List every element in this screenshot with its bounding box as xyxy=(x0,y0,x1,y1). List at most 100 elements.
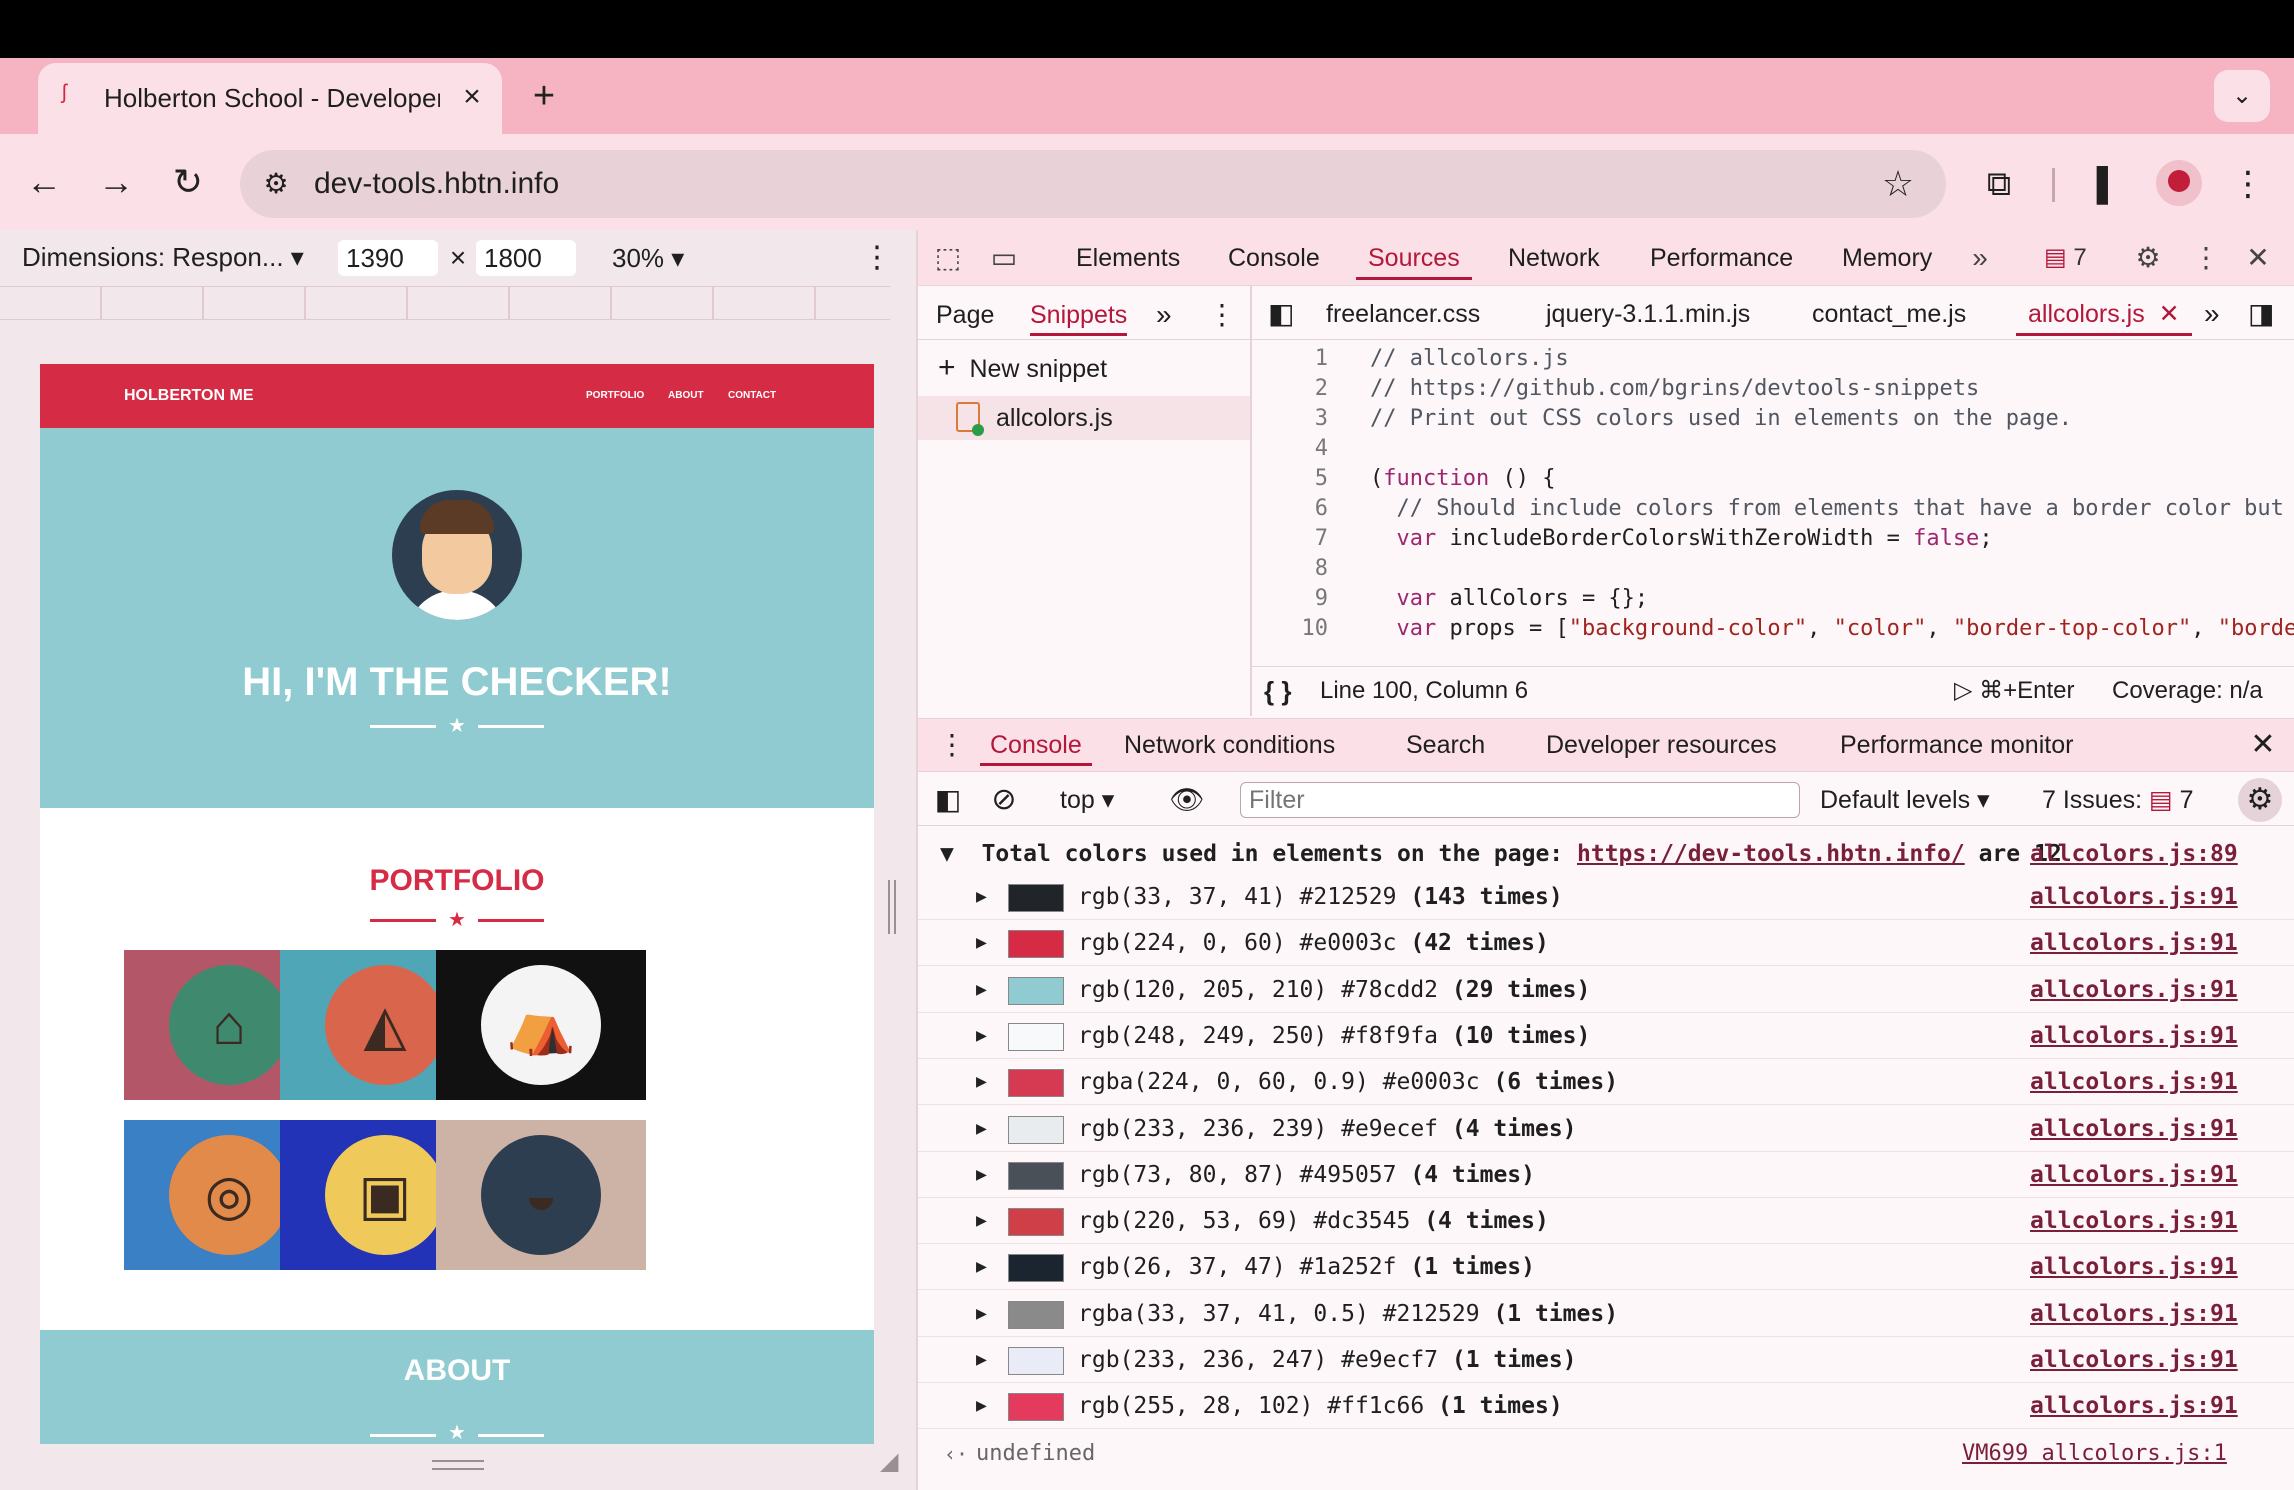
panel-splitter[interactable] xyxy=(888,880,896,934)
editor-tab-jquery[interactable]: jquery-3.1.1.min.js xyxy=(1546,296,1750,336)
source-link[interactable]: allcolors.js:91 xyxy=(2030,1160,2238,1190)
height-input[interactable]: 1800 xyxy=(476,240,576,276)
expand-arrow-icon[interactable]: ▶ xyxy=(976,1252,987,1282)
tab-title[interactable]: Holberton School - Developer xyxy=(104,80,440,116)
profile-avatar[interactable] xyxy=(2156,160,2202,206)
portfolio-tile[interactable]: ⛺ xyxy=(436,950,646,1100)
expand-arrow-icon[interactable]: ▶ xyxy=(976,1114,987,1144)
issues-badge[interactable]: ▤ 7 xyxy=(2044,240,2087,276)
tab-sources[interactable]: Sources xyxy=(1356,240,1472,280)
pretty-print-icon[interactable]: { } xyxy=(1264,676,1304,706)
close-drawer-icon[interactable]: ✕ xyxy=(2248,726,2278,764)
code-line[interactable]: // Print out CSS colors used in elements… xyxy=(1370,404,2072,434)
tab-search-chevron-icon[interactable]: ⌄ xyxy=(2214,70,2270,122)
device-options-icon[interactable]: ⋮ xyxy=(862,240,892,276)
editor-tab-freelancer-css[interactable]: freelancer.css xyxy=(1326,296,1480,336)
browser-menu-icon[interactable]: ⋮ xyxy=(2230,162,2266,206)
console-color-row[interactable]: ▶ rgb(220, 53, 69) #dc3545 (4 times) allco… xyxy=(918,1198,2294,1245)
tab-elements[interactable]: Elements xyxy=(1076,240,1180,280)
more-tabs-icon[interactable]: » xyxy=(1962,240,1998,276)
tab-network[interactable]: Network xyxy=(1508,240,1600,280)
code-line[interactable]: (function () { xyxy=(1370,464,1555,494)
expand-arrow-icon[interactable]: ▶ xyxy=(976,1299,987,1329)
expand-arrow-icon[interactable]: ▶ xyxy=(976,1391,987,1421)
toggle-navigator-icon[interactable]: ◧ xyxy=(1268,296,1294,336)
toggle-debugger-icon[interactable]: ◨ xyxy=(2248,296,2274,336)
site-settings-icon[interactable]: ⚙ xyxy=(256,164,296,204)
editor-tab-allcolors[interactable]: allcolors.js ✕ xyxy=(2016,296,2192,336)
console-source-link[interactable]: allcolors.js:89 xyxy=(2030,838,2238,870)
console-filter-input[interactable] xyxy=(1240,782,1800,818)
device-toolbar-icon[interactable]: ▭ xyxy=(986,240,1022,276)
code-line[interactable]: // Should include colors from elements t… xyxy=(1370,494,2283,524)
resize-corner-icon[interactable]: ◢ xyxy=(880,1450,904,1474)
tab-page[interactable]: Page xyxy=(936,296,994,336)
source-link[interactable]: allcolors.js:91 xyxy=(2030,1206,2238,1236)
resize-handle-bottom[interactable] xyxy=(432,1460,484,1470)
run-snippet-button[interactable]: ▷ ⌘+Enter xyxy=(1954,676,2075,706)
expand-arrow-icon[interactable]: ▶ xyxy=(976,882,987,912)
width-input[interactable]: 1390 xyxy=(338,240,438,276)
editor-tab-contact-me[interactable]: contact_me.js xyxy=(1812,296,1966,336)
source-link[interactable]: allcolors.js:91 xyxy=(2030,1252,2238,1282)
code-line[interactable]: // https://github.com/bgrins/devtools-sn… xyxy=(1370,374,1979,404)
inspect-element-icon[interactable]: ⬚ xyxy=(930,240,966,276)
source-link[interactable]: allcolors.js:91 xyxy=(2030,1345,2238,1375)
close-editor-tab-icon[interactable]: ✕ xyxy=(2159,300,2180,328)
dimensions-dropdown[interactable]: Dimensions: Respon... ▾ xyxy=(22,240,304,274)
code-editor[interactable]: 1 // allcolors.js 2 // https://github.com/b… xyxy=(1252,342,2294,666)
source-link[interactable]: allcolors.js:91 xyxy=(2030,1299,2238,1329)
live-expression-eye-icon[interactable]: 👁 xyxy=(1164,782,1210,818)
close-devtools-icon[interactable]: ✕ xyxy=(2240,240,2276,276)
console-color-row[interactable]: ▶ rgba(224, 0, 60, 0.9) #e0003c (6 times)… xyxy=(918,1059,2294,1106)
console-color-row[interactable]: ▶ rgb(33, 37, 41) #212529 (143 times) allc… xyxy=(918,874,2294,920)
drawer-tab-search[interactable]: Search xyxy=(1406,726,1485,766)
tab-snippets[interactable]: Snippets xyxy=(1030,296,1128,336)
source-link[interactable]: allcolors.js:91 xyxy=(2030,1114,2238,1144)
log-levels-dropdown[interactable]: Default levels ▾ xyxy=(1820,782,1990,818)
console-color-row[interactable]: ▶ rgb(255, 28, 102) #ff1c66 (1 times) allc… xyxy=(918,1383,2294,1430)
expand-arrow-icon[interactable]: ▶ xyxy=(976,1160,987,1190)
zoom-dropdown[interactable]: 30% ▾ xyxy=(612,240,684,276)
page-url-link[interactable]: https://dev-tools.hbtn.info/ xyxy=(1577,841,1965,867)
source-link[interactable]: allcolors.js:91 xyxy=(2030,975,2238,1005)
drawer-tab-console[interactable]: Console xyxy=(980,726,1092,766)
reload-icon[interactable]: ↻ xyxy=(166,160,210,204)
back-icon[interactable]: ← xyxy=(22,160,66,204)
expand-arrow-icon[interactable]: ▶ xyxy=(976,1021,987,1051)
emulated-page[interactable]: HOLBERTON ME PORTFOLIO ABOUT CONTACT HI,… xyxy=(40,364,874,1444)
console-color-row[interactable]: ▶ rgb(26, 37, 47) #1a252f (1 times) allcol… xyxy=(918,1244,2294,1291)
source-link[interactable]: allcolors.js:91 xyxy=(2030,928,2238,958)
new-snippet-button[interactable]: + New snippet xyxy=(938,350,1107,386)
expand-arrow-icon[interactable]: ▶ xyxy=(976,975,987,1005)
console-result-source[interactable]: VM699 allcolors.js:1 xyxy=(1962,1440,2227,1468)
console-sidebar-icon[interactable]: ◧ xyxy=(930,782,966,818)
console-color-row[interactable]: ▶ rgb(233, 236, 239) #e9ecef (4 times) all… xyxy=(918,1106,2294,1152)
url-text[interactable]: dev-tools.hbtn.info xyxy=(314,162,559,206)
source-link[interactable]: allcolors.js:91 xyxy=(2030,1391,2238,1421)
context-selector[interactable]: top ▾ xyxy=(1060,782,1114,818)
tab-close-icon[interactable]: × xyxy=(456,80,488,114)
forward-icon[interactable]: → xyxy=(94,160,138,204)
clear-console-icon[interactable]: ⊘ xyxy=(986,782,1022,818)
side-panel-icon[interactable]: ▌ xyxy=(2086,162,2130,206)
more-editor-tabs-icon[interactable]: » xyxy=(2204,296,2220,336)
tab-memory[interactable]: Memory xyxy=(1842,240,1932,280)
media-query-ruler[interactable] xyxy=(0,286,890,320)
nav-about[interactable]: ABOUT xyxy=(668,388,704,404)
expand-arrow-icon[interactable]: ▶ xyxy=(976,928,987,958)
drawer-tab-developer-resources[interactable]: Developer resources xyxy=(1546,726,1777,766)
source-link[interactable]: allcolors.js:91 xyxy=(2030,882,2238,912)
drawer-tab-performance-monitor[interactable]: Performance monitor xyxy=(1840,726,2073,766)
code-line[interactable]: var allColors = {}; xyxy=(1370,584,1649,614)
console-color-row[interactable]: ▶ rgb(120, 205, 210) #78cdd2 (29 times) al… xyxy=(918,967,2294,1013)
expand-arrow-icon[interactable]: ▶ xyxy=(976,1345,987,1375)
console-color-row[interactable]: ▶ rgb(233, 236, 247) #e9ecf7 (1 times) all… xyxy=(918,1337,2294,1383)
console-settings-icon[interactable]: ⚙ xyxy=(2238,778,2282,822)
more-navigator-icon[interactable]: » xyxy=(1156,296,1172,336)
console-group-header[interactable]: ▼ Total colors used in elements on the p… xyxy=(940,838,2062,870)
settings-gear-icon[interactable]: ⚙ xyxy=(2130,240,2166,276)
snippet-file-name[interactable]: allcolors.js xyxy=(996,400,1113,436)
tab-performance[interactable]: Performance xyxy=(1650,240,1793,280)
new-tab-icon[interactable]: + xyxy=(526,76,562,116)
